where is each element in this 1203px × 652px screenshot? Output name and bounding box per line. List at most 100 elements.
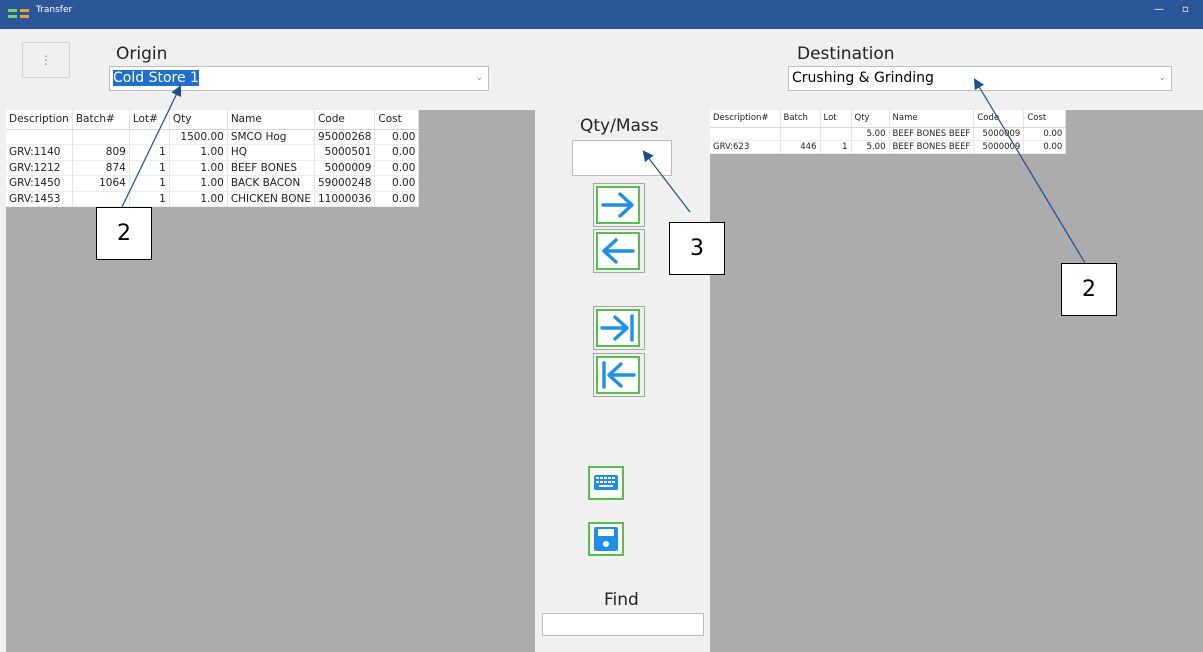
table-cell: 874 (72, 160, 130, 176)
annotation-callout: 3 (669, 222, 725, 275)
table-cell: SMCO Hog (227, 129, 315, 145)
move-all-right-button[interactable] (593, 306, 645, 350)
table-cell: 5000009 (973, 127, 1025, 141)
save-button[interactable] (588, 522, 624, 556)
column-header[interactable]: Description (6, 110, 73, 130)
arrow-right-to-bar-icon (600, 314, 634, 342)
table-cell: 1 (129, 175, 170, 192)
table-row[interactable]: GRV:1212 874 1 1.00 BEEF BONES 5000009 0.00 (6, 160, 420, 176)
arrow-right-icon (601, 192, 634, 218)
table-cell: HQ (227, 144, 315, 161)
table-cell: GRV:623 (710, 140, 781, 154)
table-cell: 0.00 (1023, 127, 1067, 141)
table-cell: 1.00 (169, 175, 228, 192)
table-cell: 1 (820, 140, 852, 154)
chevron-down-icon: ⌄ (1158, 73, 1166, 83)
table-cell: GRV:1453 (6, 191, 73, 207)
table-cell (820, 127, 852, 141)
table-cell: 5.00 (851, 127, 890, 141)
minimize-button[interactable]: — (1154, 4, 1164, 15)
table-cell: 1.00 (169, 191, 228, 207)
window-title: Transfer (36, 5, 73, 15)
table-cell: 5000009 (973, 140, 1025, 154)
arrow-left-to-bar-icon (602, 361, 636, 389)
table-cell: 809 (72, 144, 130, 161)
origin-label: Origin (116, 44, 168, 64)
move-left-button[interactable] (593, 229, 645, 273)
destination-label: Destination (797, 44, 895, 64)
column-header[interactable]: Name (889, 110, 975, 128)
restore-button[interactable]: ▫ (1182, 4, 1189, 15)
column-header[interactable]: Batch# (72, 110, 130, 130)
table-header-row: Description Batch# Lot# Qty Name Code Cost (6, 110, 420, 130)
column-header[interactable]: Lot# (129, 110, 170, 130)
annotation-callout: 2 (1061, 263, 1117, 316)
table-cell: 1500.00 (169, 129, 228, 145)
table-row[interactable]: 1500.00 SMCO Hog 95000268 0.00 (6, 129, 420, 145)
column-header[interactable]: Qty (169, 110, 228, 130)
find-input[interactable] (542, 613, 704, 636)
qty-mass-input[interactable] (572, 140, 672, 176)
title-bar: Transfer — ▫ (0, 0, 1203, 29)
column-header[interactable]: Description# (710, 110, 781, 128)
table-cell: 1.00 (169, 160, 228, 176)
table-cell: BEEF BONES BEEF (889, 140, 975, 154)
table-row[interactable]: GRV:1140 809 1 1.00 HQ 5000501 0.00 (6, 144, 420, 161)
keyboard-button[interactable] (588, 466, 624, 500)
table-cell: 59000248 (314, 175, 376, 192)
column-header[interactable]: Batch (780, 110, 821, 128)
table-cell: 446 (780, 140, 821, 154)
table-cell: 1 (129, 144, 170, 161)
table-cell: BEEF BONES BEEF (889, 127, 975, 141)
move-right-button[interactable] (593, 183, 645, 227)
table-cell: 11000036 (314, 191, 376, 207)
table-cell: 0.00 (374, 160, 420, 176)
table-row[interactable]: GRV:1450 1064 1 1.00 BACK BACON 59000248 0.00 (6, 175, 420, 192)
column-header[interactable]: Qty (851, 110, 890, 128)
table-row[interactable]: GRV:623 446 1 5.00 BEEF BONES BEEF 5000009 0.0… (710, 140, 1067, 154)
find-label: Find (604, 590, 639, 610)
origin-grid[interactable]: Description Batch# Lot# Qty Name Code Cost 1500… (6, 110, 535, 652)
table-cell (710, 127, 781, 141)
origin-table: Description Batch# Lot# Qty Name Code Cost 1500… (6, 110, 420, 207)
column-header[interactable]: Cost (374, 110, 420, 130)
table-cell: 0.00 (374, 144, 420, 161)
column-header[interactable]: Code (314, 110, 376, 130)
table-cell: 0.00 (374, 191, 420, 207)
menu-button[interactable]: ⋮ (22, 42, 70, 78)
destination-table: Description# Batch Lot Qty Name Code Cost 5.00 B… (710, 110, 1067, 154)
table-cell: 5.00 (851, 140, 890, 154)
table-row[interactable]: GRV:1453 1 1.00 CHICKEN BONE 11000036 0.00 (6, 191, 420, 207)
transfer-app-icon (8, 9, 29, 18)
table-cell: 5000501 (314, 144, 376, 161)
column-header[interactable]: Lot (820, 110, 852, 128)
origin-dropdown[interactable]: Cold Store 1 ⌄ (109, 66, 489, 91)
table-cell: 1 (129, 191, 170, 207)
destination-dropdown[interactable]: Crushing & Grinding ⌄ (788, 66, 1172, 91)
kebab-menu-icon: ⋮ (40, 53, 52, 67)
arrow-left-icon (602, 238, 635, 264)
table-cell: 0.00 (1023, 140, 1067, 154)
table-cell (6, 129, 73, 145)
column-header[interactable]: Cost (1023, 110, 1067, 128)
table-cell: 95000268 (314, 129, 376, 145)
table-cell (72, 191, 130, 207)
table-cell (780, 127, 821, 141)
destination-selected-value: Crushing & Grinding (792, 70, 934, 86)
move-all-left-button[interactable] (593, 353, 645, 397)
column-header[interactable]: Code (973, 110, 1025, 128)
table-cell: 5000009 (314, 160, 376, 176)
origin-selected-value: Cold Store 1 (113, 70, 199, 86)
destination-grid[interactable]: Description# Batch Lot Qty Name Code Cost 5.00 B… (710, 110, 1203, 652)
table-cell: 0.00 (374, 175, 420, 192)
table-cell: 0.00 (374, 129, 420, 145)
table-cell: GRV:1450 (6, 175, 73, 192)
table-header-row: Description# Batch Lot Qty Name Code Cost (710, 110, 1067, 128)
column-header[interactable]: Name (227, 110, 315, 130)
save-icon (588, 522, 624, 556)
table-row[interactable]: 5.00 BEEF BONES BEEF 5000009 0.00 (710, 127, 1067, 141)
table-cell (72, 129, 130, 145)
table-cell (129, 129, 170, 145)
table-cell: 1 (129, 160, 170, 176)
table-cell: CHICKEN BONE (227, 191, 315, 207)
